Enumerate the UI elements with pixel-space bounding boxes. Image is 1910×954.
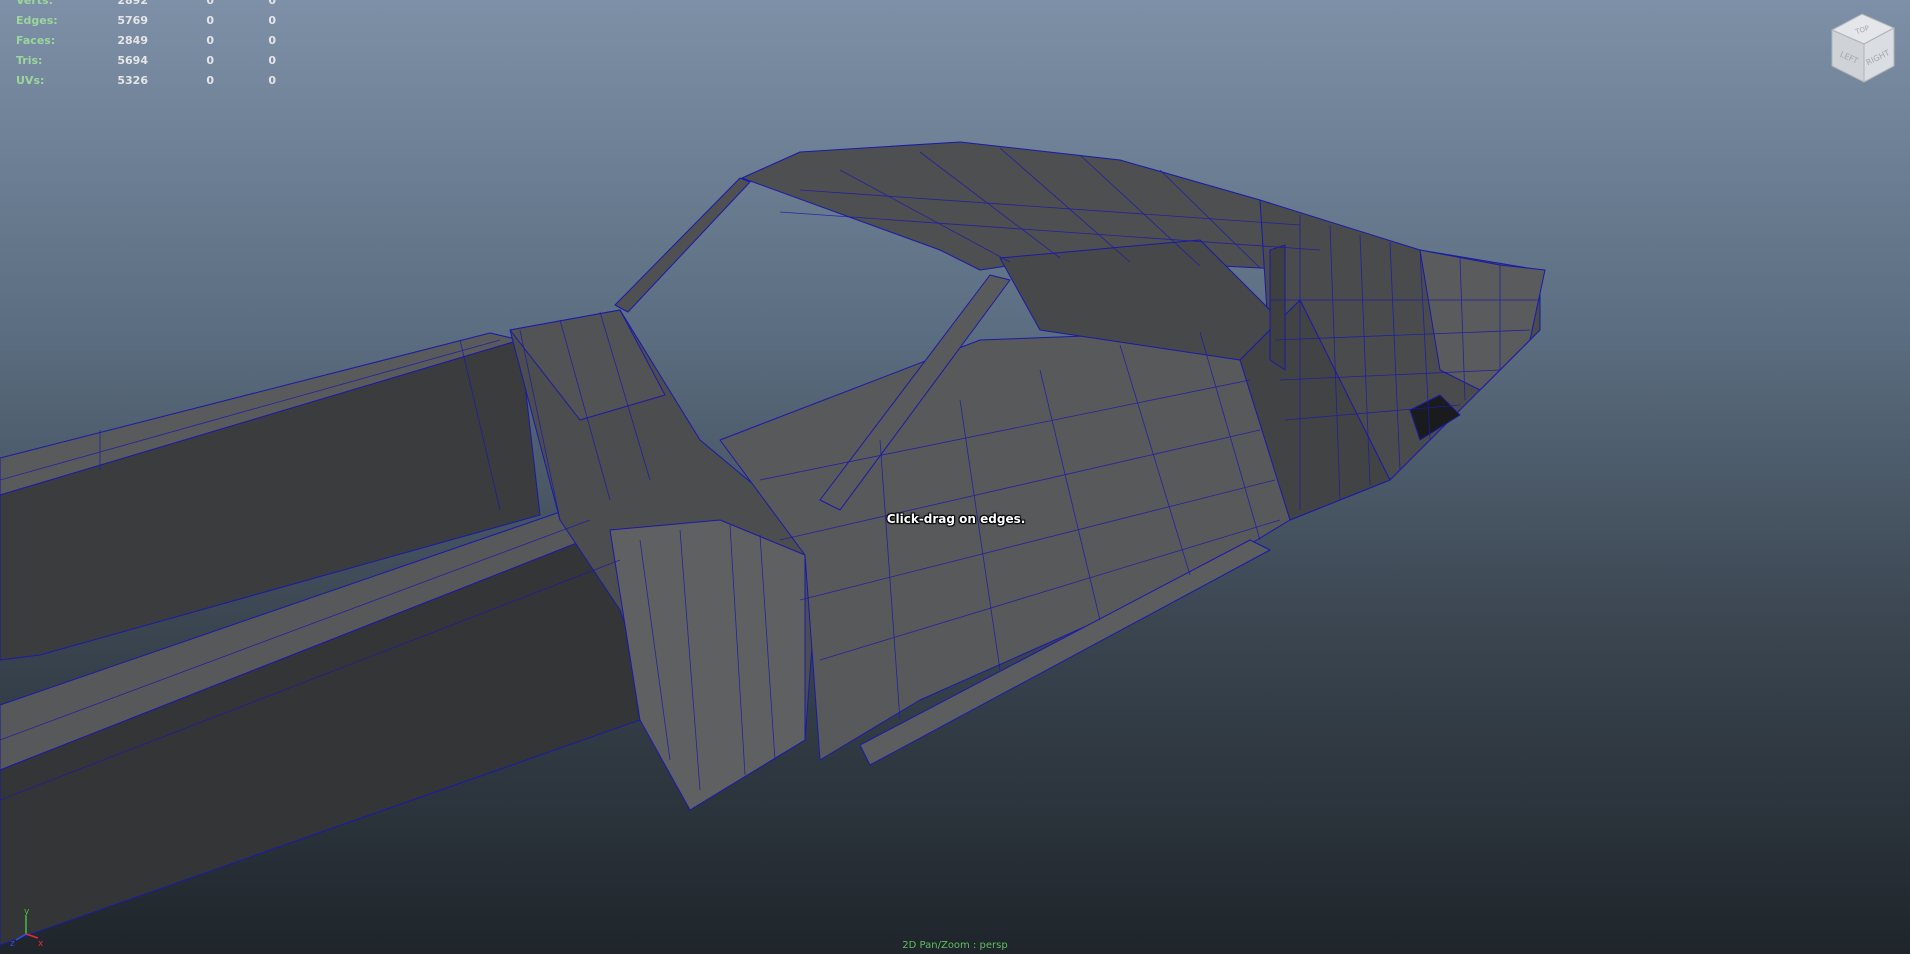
mesh-windshield-pillar bbox=[614, 177, 751, 313]
hud-component: 0 bbox=[268, 14, 276, 27]
hud-component: 0 bbox=[268, 34, 276, 47]
hud-row-uvs: UVs: 5326 0 0 bbox=[16, 71, 276, 91]
hud-selected: 0 bbox=[206, 0, 214, 7]
hud-label: Faces: bbox=[16, 34, 56, 47]
hud-total: 2849 bbox=[117, 34, 148, 47]
hud-total: 5694 bbox=[117, 54, 148, 67]
hud-label: Tris: bbox=[16, 54, 43, 67]
viewcube-icon[interactable]: TOP LEFT RIGHT bbox=[1822, 8, 1904, 90]
hud-label: Edges: bbox=[16, 14, 58, 27]
perspective-viewport[interactable]: Verts: 2892 0 0 Edges: 5769 0 0 Faces: 2… bbox=[0, 0, 1910, 954]
hud-selected: 0 bbox=[206, 14, 214, 27]
poly-count-hud: Verts: 2892 0 0 Edges: 5769 0 0 Faces: 2… bbox=[16, 0, 276, 91]
hud-total: 5326 bbox=[117, 74, 148, 87]
hud-component: 0 bbox=[268, 54, 276, 67]
hud-component: 0 bbox=[268, 0, 276, 7]
hud-label: UVs: bbox=[16, 74, 45, 87]
mesh-pillar-front bbox=[609, 519, 806, 811]
hud-component: 0 bbox=[268, 74, 276, 87]
hud-selected: 0 bbox=[206, 54, 214, 67]
axis-y-label: y bbox=[24, 907, 30, 917]
hud-row-edges: Edges: 5769 0 0 bbox=[16, 11, 276, 31]
viewport-status-text: 2D Pan/Zoom : persp bbox=[902, 940, 1008, 951]
hud-row-tris: Tris: 5694 0 0 bbox=[16, 51, 276, 71]
hud-total: 5769 bbox=[117, 14, 148, 27]
hud-selected: 0 bbox=[206, 34, 214, 47]
car-body-mesh[interactable] bbox=[0, 0, 1910, 954]
hud-total: 2892 bbox=[117, 0, 148, 7]
mesh-rear-window-frame bbox=[1269, 244, 1286, 371]
axis-x-label: x bbox=[38, 939, 44, 948]
hud-row-faces: Faces: 2849 0 0 bbox=[16, 31, 276, 51]
hud-row-verts: Verts: 2892 0 0 bbox=[16, 0, 276, 11]
tool-hint-text: Click-drag on edges. bbox=[886, 512, 1026, 526]
axis-gizmo-icon: y x z bbox=[10, 907, 44, 948]
axis-z-label: z bbox=[10, 939, 15, 948]
hud-selected: 0 bbox=[206, 74, 214, 87]
hud-label: Verts: bbox=[16, 0, 54, 7]
mesh-roof bbox=[741, 141, 1341, 271]
